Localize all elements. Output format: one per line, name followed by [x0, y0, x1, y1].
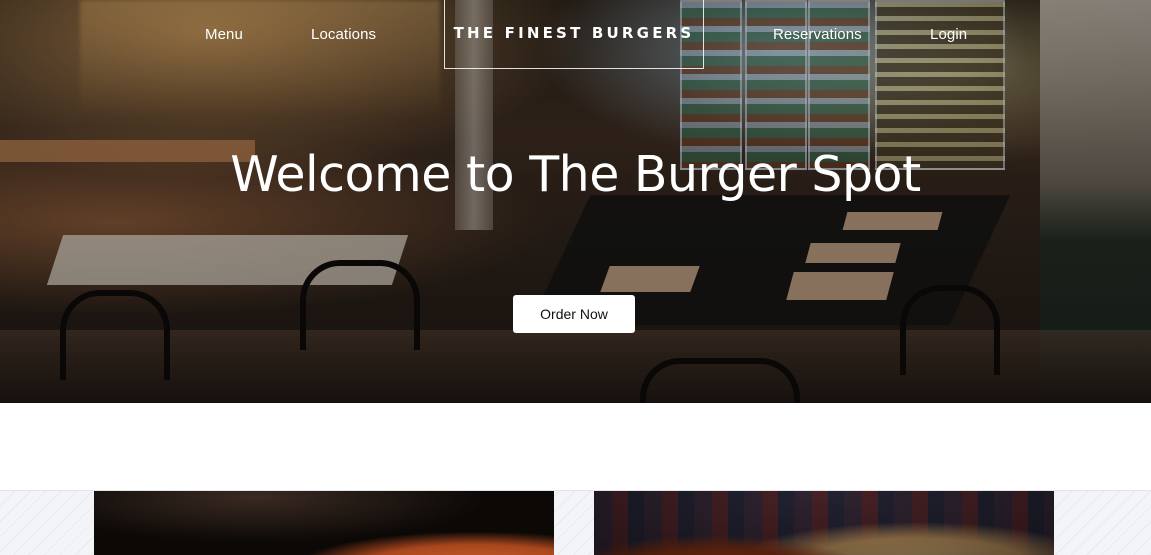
order-now-button[interactable]: Order Now [513, 295, 635, 333]
burger-image-card[interactable] [594, 491, 1054, 555]
hero-title: Welcome to The Burger Spot [230, 146, 921, 203]
nav-link-locations[interactable]: Locations [311, 26, 376, 43]
brand-text: THE FINEST BURGERS [453, 24, 695, 42]
nav-link-reservations[interactable]: Reservations [773, 26, 862, 43]
hero-section: Menu Locations THE FINEST BURGERS Reserv… [0, 0, 1151, 403]
nav-link-menu[interactable]: Menu [205, 26, 243, 43]
burger-image-card[interactable] [94, 491, 554, 555]
nav-link-login[interactable]: Login [930, 26, 967, 43]
gallery-section [0, 490, 1151, 555]
brand-logo[interactable]: THE FINEST BURGERS [444, 0, 704, 69]
